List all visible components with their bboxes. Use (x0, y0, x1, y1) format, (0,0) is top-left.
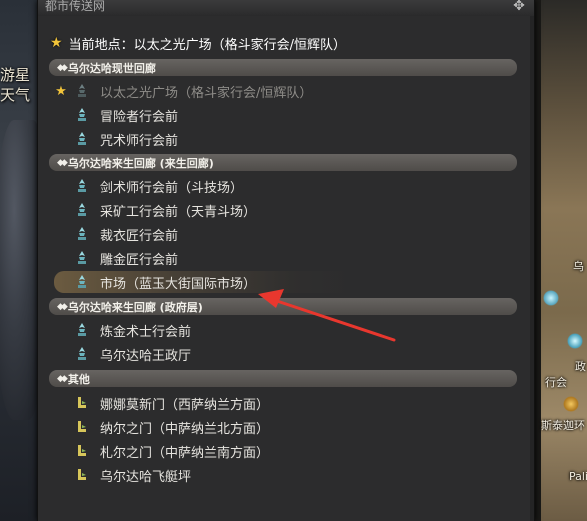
list-item[interactable]: 咒术师行会前 (52, 128, 512, 150)
character-silhouette (0, 120, 40, 420)
aetheryte-icon (76, 132, 88, 146)
list-item[interactable]: 冒险者行会前 (52, 104, 512, 126)
map-label-5: Pali (569, 470, 587, 483)
list-item-label: 以太之光广场（格斗家行会/恒辉队） (100, 85, 313, 101)
diamond-icon: ◆◆ (57, 301, 68, 312)
current-location: ★ 当前地点：以太之光广场（格斗家行会/恒辉队） (50, 33, 346, 53)
diamond-icon: ◆◆ (57, 62, 68, 73)
list-item[interactable]: 娜娜莫新门（西萨纳兰方面） (52, 392, 512, 414)
background-scene-left: 游星 天气 (0, 0, 40, 521)
list-item-label: 乌尔达哈飞艇坪 (100, 469, 192, 485)
map-label-3: 行会 (545, 376, 567, 389)
list-item[interactable]: ★ 以太之光广场（格斗家行会/恒辉队） (52, 80, 512, 102)
list-item[interactable]: 乌尔达哈王政厅 (52, 343, 512, 365)
list-item[interactable]: 乌尔达哈飞艇坪 (52, 464, 512, 486)
aetheryte-icon (76, 323, 88, 337)
aetheryte-icon (76, 227, 88, 241)
window-title: 都市传送网 (45, 0, 106, 13)
aetheryte-icon (76, 179, 88, 193)
map-label-1: 乌 (573, 260, 584, 273)
aetheryte-icon (76, 203, 88, 217)
star-icon: ★ (50, 35, 63, 51)
list-item-label: 娜娜莫新门（西萨纳兰方面） (100, 397, 270, 413)
list-item-label: 纳尔之门（中萨纳兰北方面） (100, 421, 270, 437)
list-item-label: 札尔之门（中萨纳兰南方面） (100, 445, 270, 461)
gate-icon (76, 420, 88, 434)
category-name: 乌尔达哈现世回廊 (67, 61, 156, 75)
aetheryte-icon (76, 108, 88, 122)
list-item-label: 剑术师行会前（斗技场） (100, 180, 244, 196)
map-label-2: 政 (575, 360, 586, 373)
list-item-highlighted[interactable]: 市场（蓝玉大街国际市场） (54, 271, 354, 293)
list-item-label: 咒术师行会前 (100, 133, 179, 149)
aethernet-window: 都市传送网 ✥ ★ 当前地点：以太之光广场（格斗家行会/恒辉队） ◆◆ 乌尔达哈… (37, 0, 535, 521)
background-text-1: 游星 (0, 66, 31, 84)
list-item-label: 采矿工行会前（天青斗场） (100, 204, 257, 220)
list-item-label: 市场（蓝玉大街国际市场） (100, 276, 257, 292)
category-header-1: ◆◆ 乌尔达哈现世回廊 (49, 59, 517, 76)
aetheryte-icon (76, 275, 88, 289)
list-item-label: 雕金匠行会前 (100, 252, 179, 268)
aetheryte-icon (76, 251, 88, 265)
list-item-label: 冒险者行会前 (100, 109, 179, 125)
background-text-2: 天气 (0, 86, 31, 104)
window-right-edge (530, 16, 534, 521)
list-item[interactable]: 雕金匠行会前 (52, 247, 512, 269)
list-item-label: 炼金术士行会前 (100, 324, 192, 340)
gate-icon (76, 444, 88, 458)
gate-icon (76, 396, 88, 410)
favorite-star-icon: ★ (55, 83, 67, 99)
title-bar[interactable]: 都市传送网 ✥ (38, 0, 534, 16)
category-header-2: ◆◆ 乌尔达哈来生回廊 (来生回廊) (49, 154, 517, 171)
category-header-3: ◆◆ 乌尔达哈来生回廊 (政府层) (49, 298, 517, 315)
list-item[interactable]: 札尔之门（中萨纳兰南方面） (52, 440, 512, 462)
window-settings-icon[interactable]: ✥ (510, 0, 528, 14)
gate-icon (76, 468, 88, 482)
diamond-icon: ◆◆ (57, 157, 68, 168)
current-location-label: 当前地点：以太之光广场（格斗家行会/恒辉队） (68, 37, 346, 53)
aetheryte-icon (76, 347, 88, 361)
diamond-icon: ◆◆ (57, 373, 68, 384)
list-item[interactable]: 炼金术士行会前 (52, 319, 512, 341)
list-item-label: 乌尔达哈王政厅 (100, 348, 192, 364)
map-aetheryte-marker (543, 290, 559, 306)
background-map-right: 乌 政 行会 斯泰迦环 Pali (533, 0, 587, 521)
list-item[interactable]: 纳尔之门（中萨纳兰北方面） (52, 416, 512, 438)
category-name: 乌尔达哈来生回廊 (政府层) (67, 300, 203, 314)
aetheryte-icon (76, 84, 88, 98)
list-item-label: 裁衣匠行会前 (100, 228, 179, 244)
list-item[interactable]: 采矿工行会前（天青斗场） (52, 199, 512, 221)
map-label-4: 斯泰迦环 (541, 419, 585, 432)
category-header-4: ◆◆ 其他 (49, 370, 517, 387)
category-name: 乌尔达哈来生回廊 (来生回廊) (67, 156, 214, 170)
category-name: 其他 (67, 372, 90, 386)
map-bag-marker (563, 396, 579, 412)
list-item[interactable]: 剑术师行会前（斗技场） (52, 175, 512, 197)
map-aetheryte-marker-2 (567, 333, 583, 349)
list-item[interactable]: 裁衣匠行会前 (52, 223, 512, 245)
